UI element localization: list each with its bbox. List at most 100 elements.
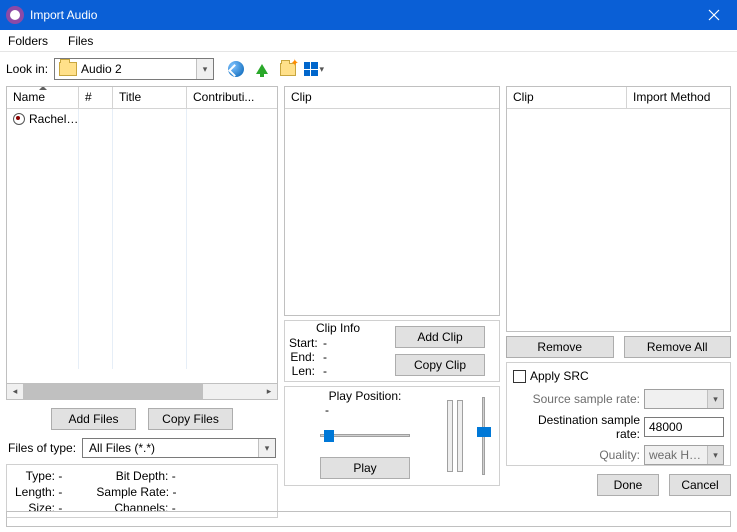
- new-folder-button[interactable]: [278, 59, 298, 79]
- dropdown-arrow-icon[interactable]: ▾: [258, 439, 275, 457]
- vslider-thumb[interactable]: [477, 427, 491, 437]
- done-button[interactable]: Done: [597, 474, 659, 496]
- lookin-toolbar: ▾: [226, 59, 324, 79]
- clip-start-val: -: [323, 336, 327, 350]
- dst-rate-label: Destination sample rate:: [513, 413, 640, 441]
- filetype-value: All Files (*.*): [89, 441, 155, 455]
- dialog-buttons: Done Cancel: [506, 474, 731, 496]
- play-button[interactable]: Play: [320, 457, 410, 479]
- filetype-select[interactable]: All Files (*.*) ▾: [82, 438, 276, 458]
- file-table: Name # Title Contributi... Rachel ...: [6, 86, 278, 384]
- filetype-label: Files of type:: [8, 441, 76, 455]
- clip-end-val: -: [323, 350, 327, 364]
- play-box: Play Position: - Play: [284, 386, 500, 486]
- right-column: Clip Import Method Remove Remove All App…: [506, 86, 731, 518]
- clip-len-val: -: [323, 364, 327, 378]
- copy-files-button[interactable]: Copy Files: [148, 408, 233, 430]
- view-menu-button[interactable]: ▾: [304, 59, 324, 79]
- dropdown-arrow-icon[interactable]: ▾: [707, 390, 723, 408]
- menubar: Folders Files: [0, 30, 737, 52]
- view-grid-icon: [304, 62, 317, 76]
- back-button[interactable]: [226, 59, 246, 79]
- middle-column: Clip Clip Info Start:- End:- Len:- Add C…: [284, 86, 500, 518]
- apply-src-label: Apply SRC: [530, 369, 589, 383]
- add-clip-button[interactable]: Add Clip: [395, 326, 485, 348]
- sort-ascending-icon: [39, 87, 47, 90]
- file-col-num[interactable]: #: [79, 87, 113, 108]
- slider-thumb[interactable]: [324, 430, 334, 442]
- dst-rate-input[interactable]: 48000: [644, 417, 724, 437]
- prop-type-key: Type:: [15, 469, 55, 483]
- clip-info: Clip Info Start:- End:- Len:-: [285, 321, 391, 381]
- scroll-right-arrow[interactable]: ▸: [261, 384, 277, 399]
- right-buttons: Remove Remove All: [506, 336, 731, 358]
- import-list-body[interactable]: [507, 109, 730, 331]
- file-table-hscroll[interactable]: ◂ ▸: [6, 384, 278, 400]
- clip-preview-body[interactable]: [285, 109, 499, 315]
- scroll-track[interactable]: [23, 384, 261, 399]
- titlebar: Import Audio: [0, 0, 737, 30]
- lookin-folder-select[interactable]: Audio 2 ▾: [54, 58, 214, 80]
- play-left: Play Position: - Play: [285, 387, 445, 485]
- add-files-button[interactable]: Add Files: [51, 408, 136, 430]
- main-area: Name # Title Contributi... Rachel ... ◂ …: [0, 86, 737, 522]
- remove-all-button[interactable]: Remove All: [624, 336, 732, 358]
- dst-rate-value: 48000: [649, 420, 682, 434]
- prop-bitdepth-key: Bit Depth:: [96, 469, 168, 483]
- clip-actions: Add Clip Copy Clip: [395, 321, 499, 381]
- window-close-button[interactable]: [691, 0, 737, 30]
- scroll-left-arrow[interactable]: ◂: [7, 384, 23, 399]
- prop-type-val: -: [58, 469, 62, 483]
- volume-slider[interactable]: [477, 397, 489, 475]
- up-arrow-icon: [256, 64, 268, 74]
- play-position-slider[interactable]: [320, 425, 410, 445]
- file-table-header: Name # Title Contributi...: [7, 87, 277, 109]
- import-col-clip[interactable]: Clip: [507, 87, 627, 108]
- prop-srate-key: Sample Rate:: [96, 485, 169, 499]
- filetype-row: Files of type: All Files (*.*) ▾: [6, 438, 278, 464]
- file-col-name[interactable]: Name: [7, 87, 79, 108]
- lookin-label: Look in:: [6, 62, 48, 76]
- remove-button[interactable]: Remove: [506, 336, 614, 358]
- file-row[interactable]: Rachel ...: [7, 110, 277, 128]
- prop-bitdepth-val: -: [172, 469, 176, 483]
- file-col-title[interactable]: Title: [113, 87, 187, 108]
- clip-len-key: Len:: [289, 364, 323, 378]
- left-column: Name # Title Contributi... Rachel ... ◂ …: [6, 86, 278, 518]
- up-one-level-button[interactable]: [252, 59, 272, 79]
- file-col-contrib[interactable]: Contributi...: [187, 87, 277, 108]
- clip-preview-header[interactable]: Clip: [285, 87, 499, 109]
- status-bar: [6, 511, 731, 527]
- quality-value: weak Head (Slowest: [649, 448, 705, 462]
- prop-srate-val: -: [172, 485, 176, 499]
- dropdown-arrow-icon[interactable]: ▾: [707, 446, 723, 464]
- file-col-name-label: Name: [13, 90, 45, 104]
- scroll-thumb[interactable]: [23, 384, 203, 399]
- back-globe-icon: [228, 61, 244, 77]
- menu-files[interactable]: Files: [64, 32, 97, 50]
- app-icon: [6, 6, 24, 24]
- clip-start-key: Start:: [289, 336, 323, 350]
- copy-clip-button[interactable]: Copy Clip: [395, 354, 485, 376]
- apply-src-checkbox[interactable]: Apply SRC: [513, 369, 724, 383]
- file-table-body[interactable]: Rachel ...: [7, 109, 277, 369]
- quality-select[interactable]: weak Head (Slowest▾: [644, 445, 724, 465]
- lookin-row: Look in: Audio 2 ▾ ▾: [0, 52, 737, 86]
- audio-file-icon: [13, 113, 25, 125]
- dropdown-arrow-icon[interactable]: ▾: [196, 59, 213, 79]
- menu-folders[interactable]: Folders: [4, 32, 52, 50]
- clip-info-title: Clip Info: [289, 321, 387, 336]
- folder-icon: [59, 62, 77, 76]
- import-col-method[interactable]: Import Method: [627, 87, 730, 108]
- clip-end-key: End:: [289, 350, 323, 364]
- prop-length-val: -: [58, 485, 62, 499]
- src-rate-select[interactable]: ▾: [644, 389, 724, 409]
- left-buttons: Add Files Copy Files: [6, 400, 278, 438]
- cancel-button[interactable]: Cancel: [669, 474, 731, 496]
- window-title: Import Audio: [30, 8, 691, 22]
- file-row-name: Rachel ...: [29, 112, 79, 126]
- src-box: Apply SRC Source sample rate: ▾ Destinat…: [506, 362, 731, 466]
- import-list: Clip Import Method: [506, 86, 731, 332]
- clip-info-box: Clip Info Start:- End:- Len:- Add Clip C…: [284, 320, 500, 382]
- level-meter-left: [447, 400, 453, 472]
